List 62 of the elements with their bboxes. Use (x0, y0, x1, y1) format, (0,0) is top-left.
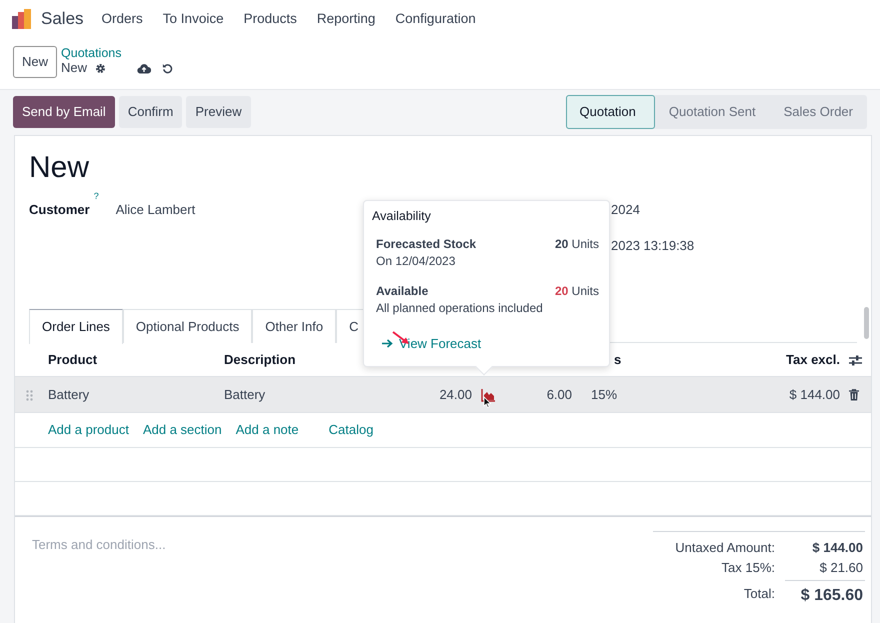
add-line-link[interactable]: Add a product (48, 420, 129, 440)
column-settings-icon[interactable] (849, 354, 862, 366)
field-value: 2024 (611, 201, 641, 219)
column-header: Product (47, 350, 98, 369)
cloud-upload-icon[interactable] (137, 62, 152, 74)
add-line-link[interactable]: Add a note (236, 420, 299, 440)
record-name: New (61, 60, 88, 76)
stock-note: All planned operations included (376, 300, 544, 316)
area-chart-icon[interactable] (481, 388, 495, 402)
breadcrumb-link[interactable]: Quotations (61, 46, 174, 60)
menu-item[interactable]: Products (244, 8, 297, 30)
action-button[interactable]: Confirm (118, 96, 182, 128)
stage-button[interactable]: Quotation Sent (654, 95, 770, 129)
app-logo-icon (12, 9, 32, 29)
table-row[interactable]: Battery Battery 24.00 6.00 15% $ 144.00 (15, 377, 871, 413)
menu-item[interactable]: To Invoice (162, 8, 224, 30)
stock-note: On 12/04/2023 (376, 253, 456, 269)
table-cell-text: 6.00 (546, 386, 573, 404)
total-value: $ 165.60 (785, 580, 865, 608)
record-title: New (29, 150, 90, 186)
menu-item[interactable]: Reporting (316, 8, 376, 30)
popover-title: Availability (372, 209, 432, 224)
table-cell-text: 15% (590, 386, 618, 404)
cursor-icon (483, 396, 491, 408)
menu-item[interactable]: Configuration (395, 8, 476, 30)
settings-icon[interactable] (95, 62, 106, 74)
table-cell-text: Battery (223, 386, 266, 404)
stage-button[interactable]: Quotation (566, 95, 655, 129)
column-header: Description (223, 350, 297, 369)
stock-label: Forecasted Stock (376, 236, 476, 252)
add-line-link[interactable]: Add a section (142, 420, 222, 440)
total-value: $ 21.60 (818, 559, 864, 578)
field-value: Alice Lambert (116, 201, 196, 219)
undo-icon[interactable] (162, 62, 174, 74)
menu-item[interactable]: Orders (102, 8, 143, 30)
stock-quantity: 20 Units (554, 283, 599, 299)
app-name[interactable]: Sales (41, 6, 84, 32)
arrow-right-icon (382, 339, 393, 348)
new-button[interactable]: New (13, 46, 58, 78)
field-label: Customer (29, 201, 90, 219)
stock-label: Available (376, 283, 428, 299)
column-header: Tax excl. (785, 350, 841, 369)
total-value: $ 144.00 (811, 539, 864, 558)
table-cell-text: $ 144.00 (788, 386, 841, 404)
field-value: 2023 13:19:38 (611, 236, 694, 254)
stock-quantity: 20 Units (554, 236, 599, 252)
drag-handle-icon[interactable] (26, 390, 33, 401)
tab[interactable]: Other Info (252, 309, 336, 343)
total-label: Tax 15%: (720, 559, 776, 578)
tab[interactable]: Optional Products (122, 309, 252, 343)
tab[interactable]: Order Lines (29, 309, 123, 344)
column-header: s (613, 350, 622, 369)
scrollbar-thumb[interactable] (864, 307, 869, 339)
primary-action-button[interactable]: Send by Email (13, 96, 115, 128)
trash-icon[interactable] (849, 389, 859, 402)
table-cell-text: Battery (47, 386, 90, 404)
add-line-link[interactable]: Catalog (328, 420, 374, 440)
total-label: Total: (742, 585, 776, 604)
total-label: Untaxed Amount: (674, 539, 776, 558)
table-cell-text: 24.00 (438, 386, 473, 404)
action-button[interactable]: Preview (186, 96, 251, 128)
stage-button[interactable]: Sales Order (770, 95, 867, 129)
